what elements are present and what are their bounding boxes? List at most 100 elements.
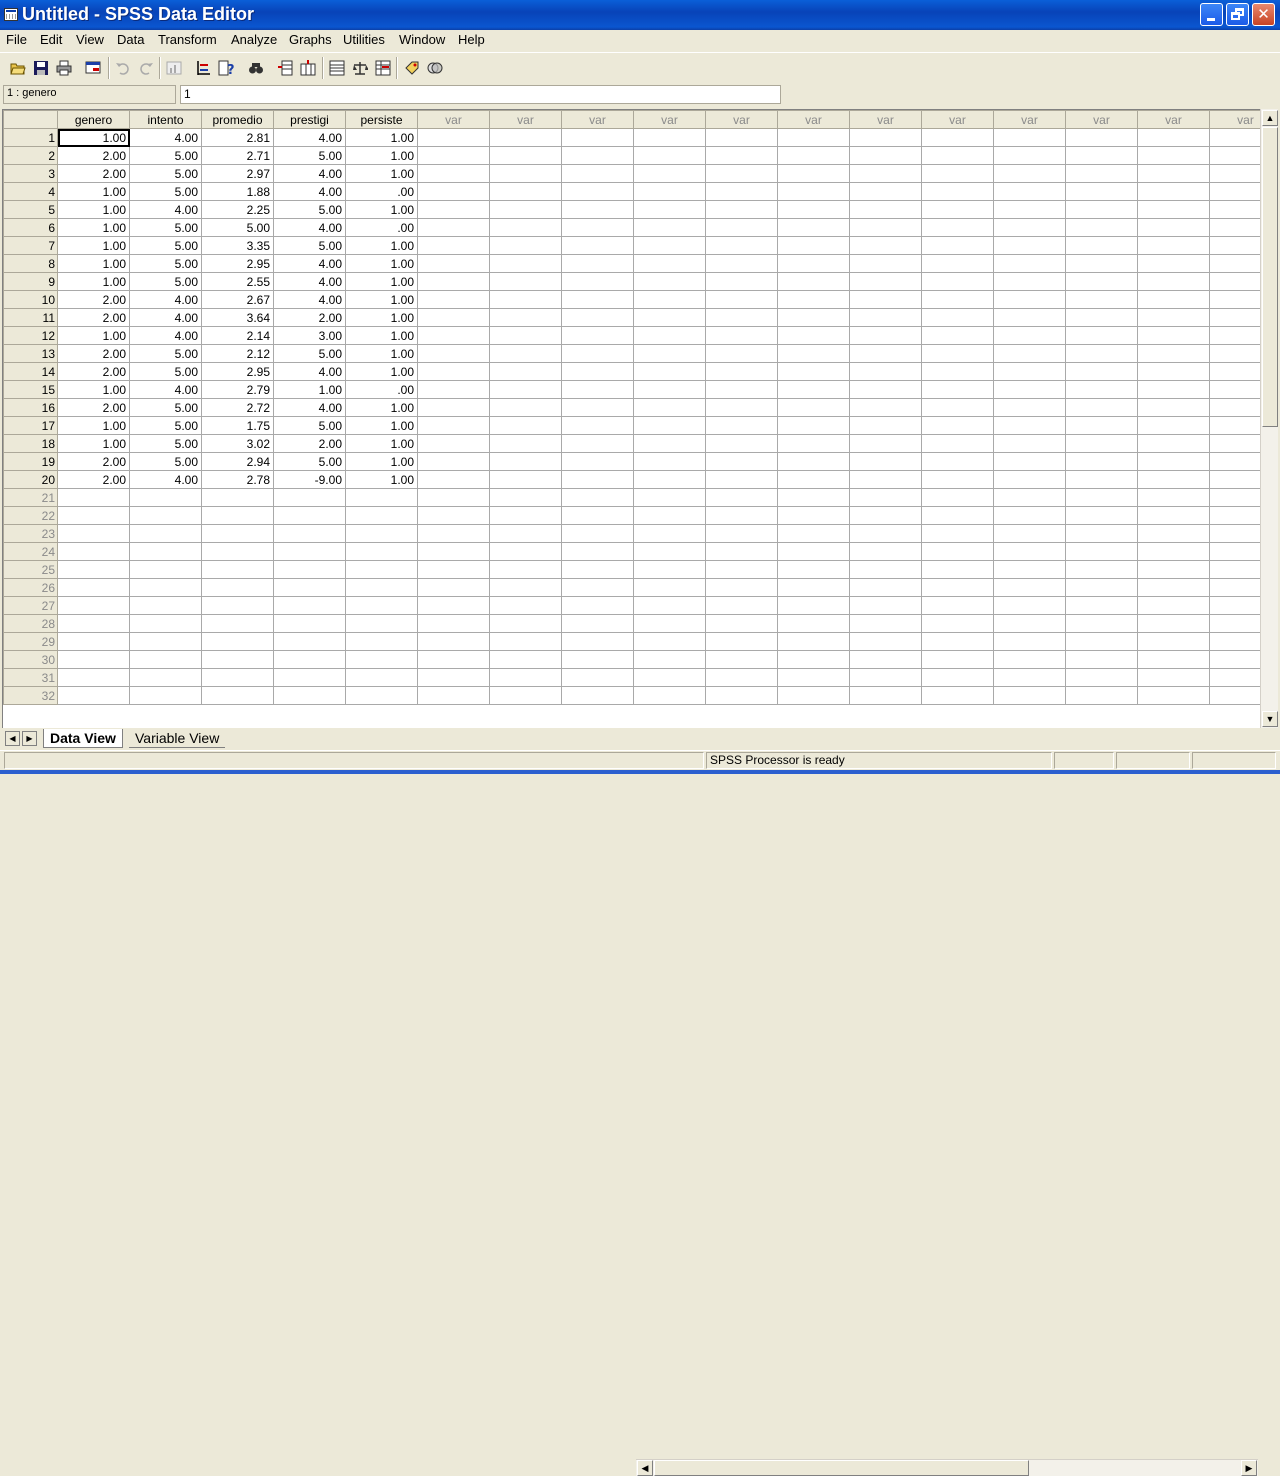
menu-window[interactable]: Window [399,32,445,47]
data-cell[interactable] [561,398,634,417]
data-cell[interactable]: 3.02 [201,434,274,453]
data-cell[interactable] [921,542,994,561]
data-cell[interactable] [561,308,634,327]
data-cell[interactable]: 5.00 [273,146,346,165]
data-cell[interactable] [777,578,850,597]
data-cell[interactable] [1209,686,1260,705]
data-cell[interactable] [921,380,994,399]
data-cell[interactable] [1137,416,1210,435]
data-cell[interactable] [633,164,706,183]
column-header-var-empty[interactable]: var [561,110,634,129]
data-cell[interactable] [849,524,922,543]
data-cell[interactable] [777,380,850,399]
data-cell[interactable] [993,452,1066,471]
data-cell[interactable] [489,236,562,255]
data-cell[interactable]: 5.00 [129,272,202,291]
data-cell[interactable] [489,398,562,417]
data-cell[interactable] [1209,434,1260,453]
weight-cases-button[interactable] [349,57,371,79]
data-cell[interactable]: 2.81 [201,128,274,147]
data-cell[interactable] [1209,632,1260,651]
menu-edit[interactable]: Edit [40,32,62,47]
data-cell[interactable] [417,236,490,255]
data-cell[interactable] [489,668,562,687]
data-cell[interactable] [417,542,490,561]
data-cell[interactable] [489,200,562,219]
data-cell[interactable] [1137,128,1210,147]
data-cell[interactable] [849,146,922,165]
data-cell[interactable] [561,542,634,561]
data-cell[interactable]: 4.00 [273,164,346,183]
data-cell[interactable] [633,668,706,687]
data-cell[interactable] [921,362,994,381]
data-cell[interactable] [417,398,490,417]
row-header[interactable]: 30 [3,650,58,669]
data-cell[interactable] [1137,218,1210,237]
data-cell[interactable]: 5.00 [273,416,346,435]
data-cell[interactable] [705,308,778,327]
goto-chart-button[interactable] [163,57,185,79]
data-cell[interactable] [345,632,418,651]
data-cell[interactable] [489,614,562,633]
data-cell[interactable] [345,560,418,579]
data-cell[interactable] [561,290,634,309]
data-cell[interactable] [345,578,418,597]
data-cell[interactable] [417,614,490,633]
column-header-var-empty[interactable]: var [777,110,850,129]
data-cell[interactable] [993,164,1066,183]
data-cell[interactable] [489,524,562,543]
data-cell[interactable] [705,596,778,615]
row-header[interactable]: 21 [3,488,58,507]
data-cell[interactable] [705,326,778,345]
data-cell[interactable] [993,632,1066,651]
data-cell[interactable] [489,362,562,381]
data-cell[interactable]: 5.00 [129,146,202,165]
data-cell[interactable]: 1.00 [57,128,130,147]
data-cell[interactable] [1065,128,1138,147]
data-cell[interactable]: 1.00 [57,434,130,453]
print-button[interactable] [53,57,75,79]
data-cell[interactable] [1065,506,1138,525]
data-cell[interactable] [57,524,130,543]
data-cell[interactable] [705,380,778,399]
data-cell[interactable] [633,128,706,147]
data-cell[interactable] [777,236,850,255]
data-cell[interactable] [705,254,778,273]
data-cell[interactable] [777,146,850,165]
data-cell[interactable] [345,488,418,507]
data-cell[interactable] [201,632,274,651]
data-cell[interactable] [849,308,922,327]
data-cell[interactable] [921,182,994,201]
use-sets-button[interactable] [424,57,446,79]
data-cell[interactable] [1065,578,1138,597]
data-cell[interactable] [273,578,346,597]
data-cell[interactable] [489,542,562,561]
row-header[interactable]: 26 [3,578,58,597]
scroll-up-button[interactable]: ▲ [1262,110,1278,126]
data-cell[interactable] [993,686,1066,705]
data-cell[interactable]: 5.00 [129,236,202,255]
data-cell[interactable] [993,434,1066,453]
data-cell[interactable] [993,326,1066,345]
data-cell[interactable]: 1.00 [345,290,418,309]
data-cell[interactable] [1065,272,1138,291]
data-cell[interactable] [561,614,634,633]
data-cell[interactable] [1065,434,1138,453]
data-cell[interactable] [777,182,850,201]
data-cell[interactable] [705,398,778,417]
data-cell[interactable] [705,218,778,237]
data-cell[interactable] [993,488,1066,507]
data-cell[interactable] [201,506,274,525]
data-cell[interactable]: 1.00 [57,326,130,345]
data-cell[interactable] [129,596,202,615]
row-header[interactable]: 14 [3,362,58,381]
data-cell[interactable] [849,236,922,255]
data-cell[interactable]: 1.00 [273,380,346,399]
row-header[interactable]: 18 [3,434,58,453]
data-cell[interactable] [57,506,130,525]
data-cell[interactable]: 2.00 [57,452,130,471]
insert-variable-button[interactable] [297,57,319,79]
data-cell[interactable] [1209,236,1260,255]
data-cell[interactable]: 4.00 [273,218,346,237]
data-cell[interactable] [633,506,706,525]
